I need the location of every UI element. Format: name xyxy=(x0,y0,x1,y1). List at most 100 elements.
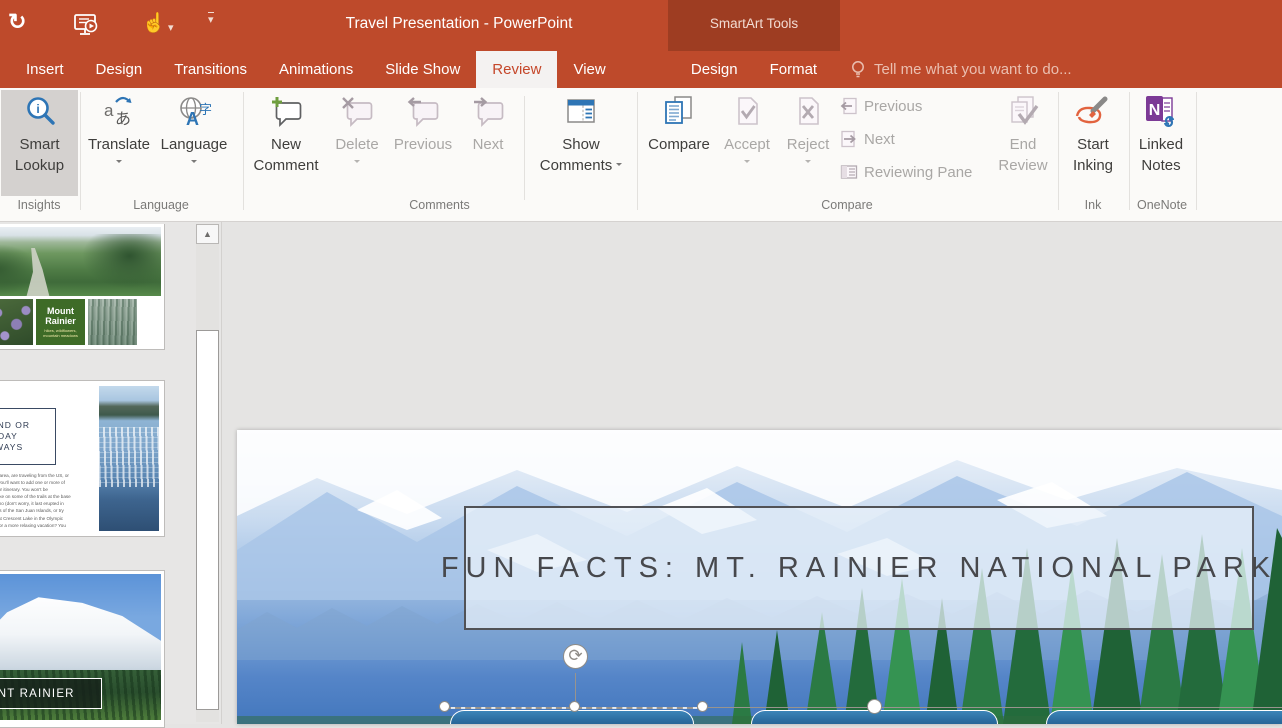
previous-comment-label: Previous xyxy=(394,134,452,155)
svg-text:i: i xyxy=(36,102,39,116)
group-label-compare: Compare xyxy=(637,198,1057,218)
reviewing-pane-icon xyxy=(840,163,858,181)
rotation-handle[interactable]: ⟳ xyxy=(563,644,588,669)
svg-text:a: a xyxy=(104,101,114,120)
previous-change-button[interactable]: Previous xyxy=(840,97,922,115)
title-bar: ↻ ☝ ▾ ▾ Travel Presentation - PowerPoint xyxy=(0,0,1282,51)
previous-comment-button[interactable]: Previous xyxy=(390,90,456,196)
slide-thumbnail-1[interactable]: Mount Rainier hikes, wildflowers, mounta… xyxy=(0,224,165,350)
contextual-tab-group-label: SmartArt Tools xyxy=(668,16,840,31)
linked-notes-button[interactable]: N Linked Notes xyxy=(1131,90,1191,196)
group-separator xyxy=(80,92,81,210)
language-label: Language xyxy=(161,134,228,155)
start-inking-icon xyxy=(1073,90,1113,134)
tab-slide-show[interactable]: Slide Show xyxy=(369,51,476,88)
tab-transitions[interactable]: Transitions xyxy=(158,51,263,88)
new-comment-label: New Comment xyxy=(250,134,322,176)
scrollbar-up-button[interactable]: ▲ xyxy=(196,224,219,244)
tab-animations[interactable]: Animations xyxy=(263,51,369,88)
smartart-shape-3[interactable] xyxy=(1046,710,1282,724)
group-label-comments: Comments xyxy=(243,198,636,218)
language-button[interactable]: A 字 Language xyxy=(156,90,232,196)
thumbnail3-title-label: MOUNT RAINIER xyxy=(0,678,102,709)
tab-view[interactable]: View xyxy=(557,51,621,88)
translate-icon: a あ xyxy=(101,90,137,134)
new-comment-icon xyxy=(269,90,303,134)
slide-title-box[interactable]: FUN FACTS: MT. RAINIER NATIONAL PARK xyxy=(464,506,1254,630)
next-comment-label: Next xyxy=(473,134,504,155)
translate-button[interactable]: a あ Translate xyxy=(88,90,150,196)
scroll-up-icon: ▲ xyxy=(203,229,212,239)
thumbnail2-body-text: n the area, are traveling from the US, o… xyxy=(0,472,86,529)
reject-button[interactable]: Reject xyxy=(781,90,835,196)
tab-smartart-design[interactable]: Design xyxy=(675,51,754,88)
tab-review[interactable]: Review xyxy=(476,51,557,88)
previous-change-label: Previous xyxy=(864,98,922,115)
group-separator xyxy=(637,92,638,210)
show-comments-button[interactable]: Show Comments xyxy=(528,90,634,196)
group-separator xyxy=(1129,92,1130,210)
end-review-button[interactable]: End Review xyxy=(993,90,1053,196)
thumbnail-panel-scrollbar[interactable]: ▲ xyxy=(196,224,219,722)
next-change-label: Next xyxy=(864,131,895,148)
start-inking-button[interactable]: Start Inking xyxy=(1062,90,1124,196)
delete-comment-icon xyxy=(340,90,374,134)
smart-lookup-icon: i xyxy=(22,90,58,134)
next-comment-button[interactable]: Next xyxy=(460,90,516,196)
thumbnail3-rainier-photo: MOUNT RAINIER xyxy=(0,574,161,720)
selection-handle-top-right[interactable] xyxy=(697,701,708,712)
group-label-onenote: OneNote xyxy=(1129,198,1195,218)
slide-thumbnail-2[interactable]: WEEKEND OR HOLIDAY GETAWAYS n the area, … xyxy=(0,380,165,537)
smartart-shape-1[interactable] xyxy=(450,710,694,724)
accept-button[interactable]: Accept xyxy=(716,90,778,196)
thumbnail2-marina-photo xyxy=(99,386,159,531)
slide-canvas[interactable]: FUN FACTS: MT. RAINIER NATIONAL PARK ⟳ xyxy=(237,430,1282,724)
contextual-tabs: Design Format xyxy=(668,51,840,88)
smart-lookup-label: Smart Lookup xyxy=(9,134,71,176)
language-icon: A 字 xyxy=(175,90,213,134)
reject-label: Reject xyxy=(787,134,830,155)
selection-handle-top-center[interactable] xyxy=(569,701,580,712)
tab-design[interactable]: Design xyxy=(80,51,159,88)
tab-smartart-format[interactable]: Format xyxy=(754,51,834,88)
main-tabs: Insert Design Transitions Animations Sli… xyxy=(10,51,622,88)
smart-lookup-button[interactable]: i Smart Lookup xyxy=(1,90,78,196)
thumbnail2-title-box: WEEKEND OR HOLIDAY GETAWAYS xyxy=(0,408,56,465)
language-dropdown-icon xyxy=(191,160,197,166)
linked-notes-label: Linked Notes xyxy=(1133,134,1189,176)
group-separator xyxy=(1196,92,1197,210)
end-review-icon xyxy=(1005,90,1041,134)
group-label-language: Language xyxy=(80,198,242,218)
scrollbar-thumb[interactable] xyxy=(196,330,219,710)
ribbon-review: i Smart Lookup Insights a あ Translate A … xyxy=(0,88,1282,222)
delete-comment-button[interactable]: Delete xyxy=(328,90,386,196)
reviewing-pane-button[interactable]: Reviewing Pane xyxy=(840,163,972,181)
tab-insert[interactable]: Insert xyxy=(10,51,80,88)
previous-change-icon xyxy=(840,97,858,115)
svg-text:A: A xyxy=(186,109,199,129)
next-change-icon xyxy=(840,130,858,148)
next-change-button[interactable]: Next xyxy=(840,130,895,148)
accept-label: Accept xyxy=(724,134,770,155)
reject-icon xyxy=(791,90,825,134)
delete-dropdown-icon xyxy=(354,160,360,166)
delete-comment-label: Delete xyxy=(335,134,378,155)
reject-dropdown-icon xyxy=(805,160,811,166)
next-comment-icon xyxy=(471,90,505,134)
compare-button[interactable]: Compare xyxy=(645,90,713,196)
reviewing-pane-label: Reviewing Pane xyxy=(864,164,972,181)
svg-text:N: N xyxy=(1149,102,1161,119)
group-separator xyxy=(1058,92,1059,210)
accept-icon xyxy=(730,90,764,134)
selection-handle-top-left[interactable] xyxy=(439,701,450,712)
translate-dropdown-icon xyxy=(116,160,122,166)
smartart-frame-handle-top[interactable] xyxy=(867,699,882,714)
group-separator xyxy=(243,92,244,210)
compare-icon xyxy=(661,90,697,134)
compare-label: Compare xyxy=(648,134,710,155)
tell-me-box[interactable]: Tell me what you want to do... xyxy=(850,51,1072,88)
new-comment-button[interactable]: New Comment xyxy=(250,90,322,196)
slide-thumbnail-3[interactable]: MOUNT RAINIER xyxy=(0,570,165,728)
ribbon-tab-row: Insert Design Transitions Animations Sli… xyxy=(0,51,1282,88)
svg-text:あ: あ xyxy=(115,110,131,128)
